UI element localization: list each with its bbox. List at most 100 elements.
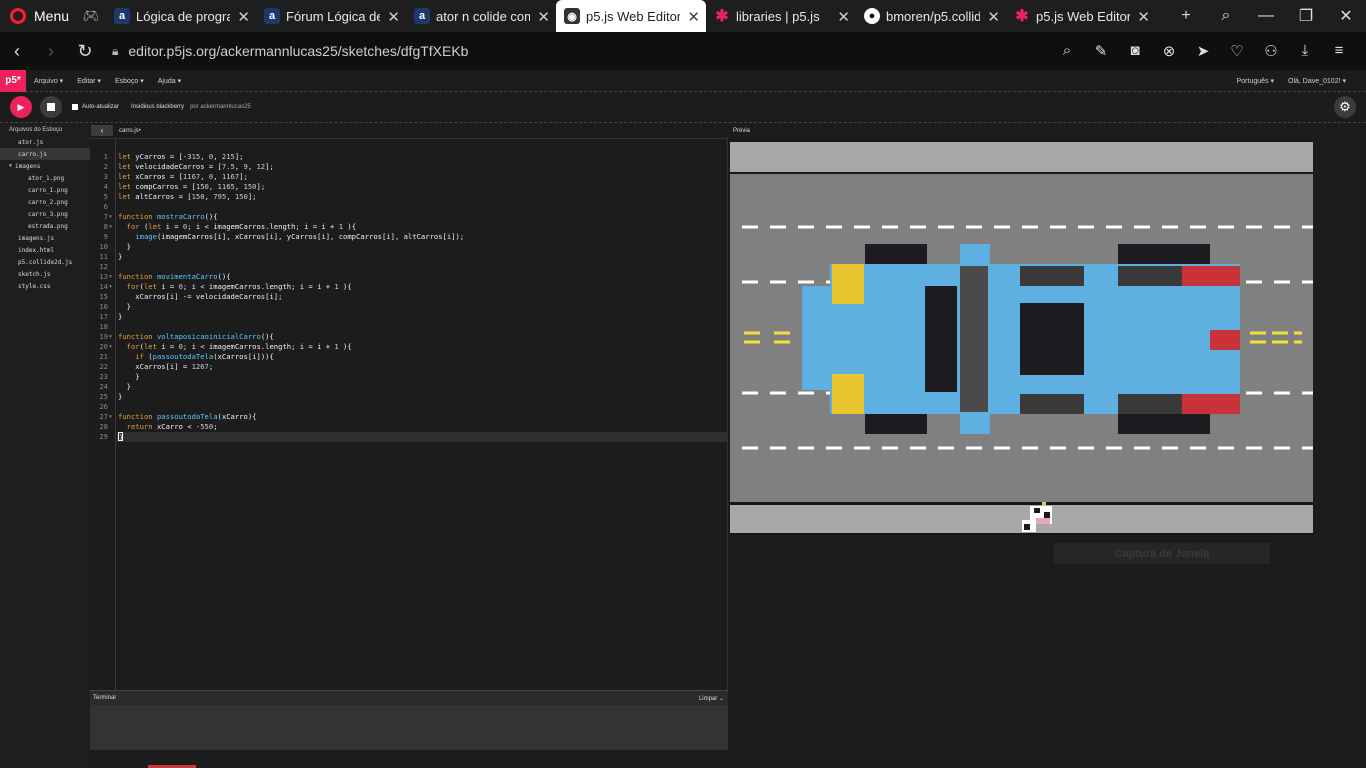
fold-icon[interactable]: ▼ [109,412,112,422]
code-line[interactable]: 24 } [99,382,727,392]
code-line[interactable]: 1 let yCarros = [-315, 0, 215]; [104,152,727,162]
code-line[interactable]: 3 let xCarros = [1167, 0, 1167]; [104,172,727,182]
code-line[interactable]: 15 xCarros[i] -= velocidadeCarros[i]; [99,292,727,302]
code-line[interactable]: 11} [99,252,727,262]
menu-editar[interactable]: Editar ▾ [77,77,101,85]
profile-icon[interactable]: ⚇ [1254,42,1288,60]
browser-tab[interactable]: a ator n colide com ✕ [406,0,556,32]
menu-ajuda[interactable]: Ajuda ▾ [158,77,181,85]
fold-icon[interactable]: ▼ [109,342,112,352]
close-icon[interactable]: ✕ [687,8,700,26]
code-line[interactable]: 17} [99,312,727,322]
browser-tab[interactable]: a Lógica de program ✕ [106,0,256,32]
code-line[interactable]: 14 ▼ for(let i = 0; i < imagemCarros.leng… [99,282,727,292]
close-icon[interactable]: ✕ [537,8,550,26]
checkbox-box[interactable] [72,104,78,110]
fold-icon[interactable]: ▼ [109,212,112,222]
collapse-sidebar-button[interactable]: ‹ [91,125,113,136]
close-icon[interactable]: ✕ [837,8,850,26]
code-line[interactable]: 23 } [99,372,727,382]
file-item[interactable]: estrada.png [0,220,90,232]
window-close-button[interactable]: ✕ [1326,6,1366,26]
code-line[interactable]: 18 [99,322,727,332]
file-item[interactable]: ator.js [0,136,90,148]
code-line[interactable]: 4 let compCarros = [150, 1165, 150]; [104,182,727,192]
file-item[interactable]: carro_1.png [0,184,90,196]
fold-icon[interactable]: ▼ [109,332,112,342]
code-line[interactable]: 2 let velocidadeCarros = [7.5, 9, 12]; [104,162,727,172]
play-button[interactable]: ▶ [10,96,32,118]
code-line[interactable]: 9 image(imagemCarros[i], xCarros[i], yCa… [104,232,727,242]
file-item[interactable]: sketch.js [0,268,90,280]
browser-tab[interactable]: a Fórum Lógica de p ✕ [256,0,406,32]
code-line[interactable]: 19 ▼ function voltaposicaoinicialCarro(){ [99,332,727,342]
p5-logo[interactable]: p5* [0,69,26,92]
browser-tab[interactable]: ✱ libraries | p5.js ✕ [706,0,856,32]
file-item[interactable]: p5.collide2d.js [0,256,90,268]
code-line[interactable]: 7 ▼ function mostraCarro(){ [104,212,727,222]
back-button[interactable]: ‹ [0,41,34,62]
code-line[interactable]: 21 if (passoutodaTela(xCarros[i])){ [99,352,727,362]
close-icon[interactable]: ✕ [237,8,250,26]
window-restore-button[interactable]: ❐ [1286,6,1326,26]
gamepad-icon[interactable]: 🎮︎ [76,0,106,32]
tab-search-icon[interactable]: ⌕ [1206,7,1246,25]
edit-icon[interactable]: ✎ [1084,42,1118,60]
code-line[interactable]: 12 [99,262,727,272]
language-select[interactable]: Português ▾ [1237,77,1274,85]
code-line[interactable]: 16 } [99,302,727,312]
code-line[interactable]: 27 ▼ function passoutodaTela(xCarro){ [99,412,727,422]
editor-file-tab[interactable]: carro.js• [119,128,141,134]
code-line[interactable]: 28 return xCarro < -550; [99,422,727,432]
heart-icon[interactable]: ♡ [1220,42,1254,60]
fold-icon[interactable]: ▼ [109,282,112,292]
code-line[interactable]: 26 [99,402,727,412]
camera-icon[interactable]: ◙ [1118,42,1152,60]
folder-item[interactable]: ▼ imagens [0,160,90,172]
close-icon[interactable]: ✕ [1137,8,1150,26]
close-icon[interactable]: ✕ [987,8,1000,26]
code-line[interactable]: 8 ▼ for (let i = 0; i < imagemCarros.leng… [104,222,727,232]
file-item[interactable]: index.html [0,244,90,256]
window-capture-button[interactable]: Captura de Janela [1054,543,1270,564]
caret-down-icon[interactable]: ▼ [9,163,12,169]
fold-icon[interactable]: ▼ [109,222,112,232]
send-icon[interactable]: ➤ [1186,42,1220,60]
file-item[interactable]: ator_1.png [0,172,90,184]
auto-refresh-checkbox[interactable]: Auto-atualizar [72,104,119,110]
adblock-icon[interactable]: ⊗ [1152,42,1186,60]
sketch-name[interactable]: Insidious blackberry [131,104,184,110]
menu-arquivo[interactable]: Arquivo ▾ [34,77,63,85]
download-icon[interactable]: ⤓ [1288,42,1322,60]
forward-button[interactable]: › [34,41,68,62]
code-line[interactable]: 29} [99,432,727,442]
browser-tab[interactable]: ✱ p5.js Web Editor | ✕ [1006,0,1156,32]
code-line[interactable]: 6 [104,202,727,212]
more-icon[interactable]: ≡ [1322,42,1356,60]
code-area[interactable]: 1 let yCarros = [-315, 0, 215]; 2 let veloc… [99,152,727,442]
code-line[interactable]: 22 xCarros[i] = 1267; [99,362,727,372]
window-minimize-button[interactable]: — [1246,7,1286,25]
browser-tab[interactable]: ◉ p5.js Web Editor | ✕ [556,0,706,32]
code-line[interactable]: 10 } [99,242,727,252]
file-item[interactable]: carro.js [0,148,90,160]
sketch-canvas[interactable] [730,140,1313,535]
settings-button[interactable]: ⚙ [1334,96,1356,118]
file-item[interactable]: imagens.js [0,232,90,244]
file-item[interactable]: style.css [0,280,90,292]
code-line[interactable]: 25} [99,392,727,402]
user-menu[interactable]: Olá, Dave_0102! ▾ [1288,77,1346,85]
fold-icon[interactable]: ▼ [109,272,112,282]
file-item[interactable]: carro_3.png [0,208,90,220]
close-icon[interactable]: ✕ [387,8,400,26]
browser-menu-button[interactable]: Menu [0,0,76,32]
browser-tab[interactable]: ● bmoren/p5.collide ✕ [856,0,1006,32]
code-line[interactable]: 20 ▼ for(let i = 0; i < imagemCarros.leng… [99,342,727,352]
code-line[interactable]: 13 ▼ function movimentaCarro(){ [99,272,727,282]
console-clear-button[interactable]: Limpar ⌄ [699,695,724,702]
menu-esboco[interactable]: Esboço ▾ [115,77,144,85]
new-tab-button[interactable]: + [1166,7,1206,25]
code-line[interactable]: 5 let altCarros = [150, 795, 150]; [104,192,727,202]
stop-button[interactable] [40,96,62,118]
reload-button[interactable]: ↻ [68,41,102,62]
